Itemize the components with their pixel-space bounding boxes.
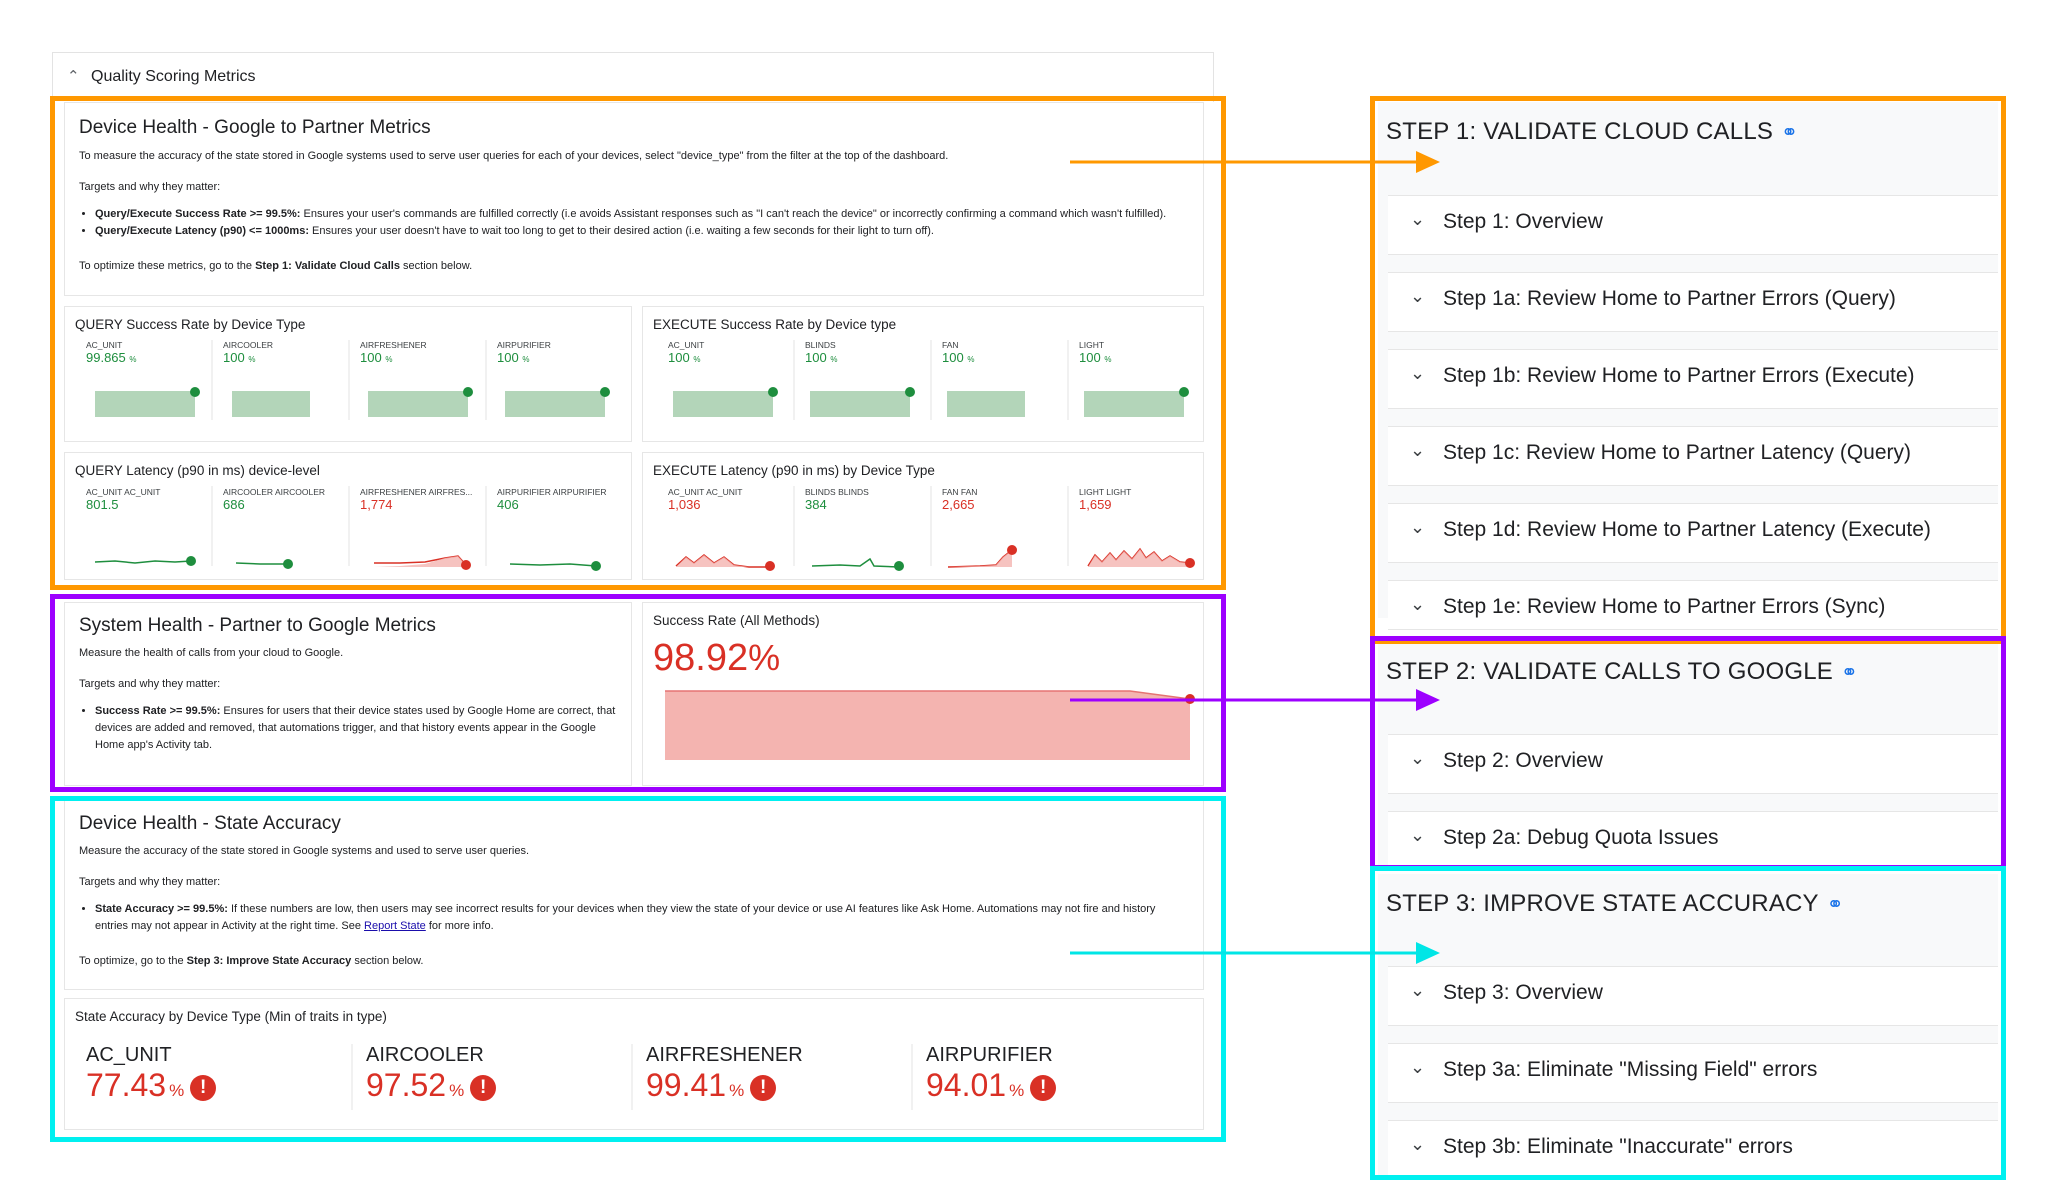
connector-arrows xyxy=(1070,151,1440,964)
arrow-step3 xyxy=(1070,942,1440,964)
arrow-step1 xyxy=(1070,151,1440,173)
arrow-step2 xyxy=(1070,689,1440,711)
